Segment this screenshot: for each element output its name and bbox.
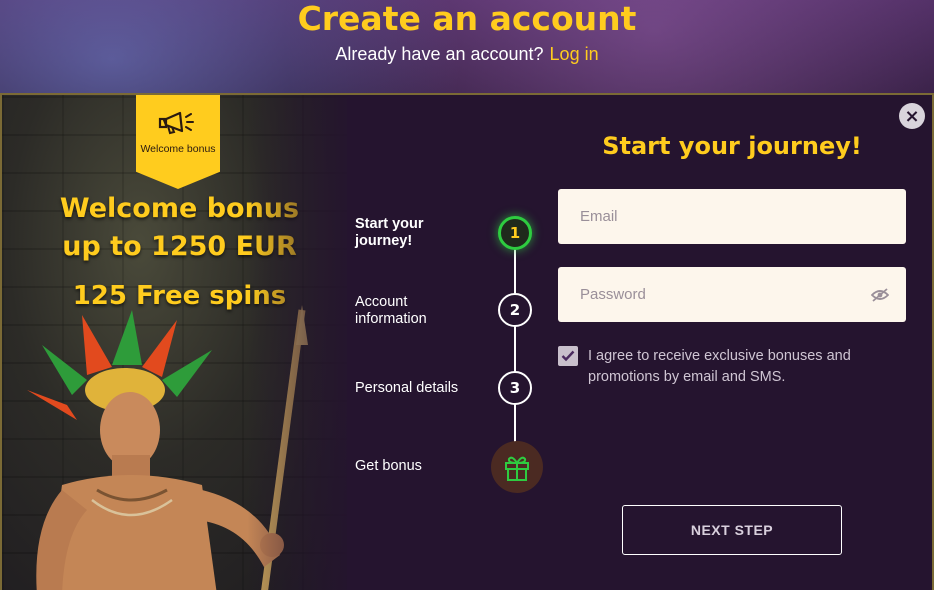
email-field[interactable] [558, 189, 906, 244]
ribbon-label: Welcome bonus [140, 143, 216, 155]
step-label-3: Personal details [355, 380, 459, 396]
stepper-line [514, 235, 516, 445]
welcome-ribbon: Welcome bonus [136, 95, 220, 189]
page-title: Create an account [297, 0, 637, 38]
agree-checkbox[interactable] [558, 346, 578, 366]
step-label-2: Account information [355, 294, 427, 327]
step-gift [491, 441, 543, 493]
promo-fade [247, 95, 347, 590]
close-button[interactable]: × [899, 103, 925, 129]
signup-modal: Welcome bonus Welcome bonus up to 1250 E… [0, 93, 934, 590]
step-circle-3: 3 [498, 371, 532, 405]
step-circle-1: 1 [498, 216, 532, 250]
step-label-4: Get bonus [355, 458, 422, 474]
checkmark-icon [561, 350, 575, 362]
step-label-1: Start your journey! [355, 216, 424, 249]
step-circle-2: 2 [498, 293, 532, 327]
login-prompt-text: Already have an account? [335, 44, 544, 64]
promo-panel: Welcome bonus Welcome bonus up to 1250 E… [2, 95, 347, 590]
gift-icon [505, 456, 529, 481]
next-step-button[interactable]: NEXT STEP [622, 505, 842, 555]
login-link[interactable]: Log in [550, 44, 599, 64]
login-prompt: Already have an account? Log in [0, 42, 934, 66]
eye-off-icon[interactable] [871, 288, 889, 302]
close-icon: × [904, 105, 920, 127]
form-title: Start your journey! [602, 132, 862, 160]
megaphone-icon [158, 111, 194, 135]
agree-label: I agree to receive exclusive bonuses and… [588, 348, 851, 385]
password-field[interactable] [558, 267, 906, 322]
